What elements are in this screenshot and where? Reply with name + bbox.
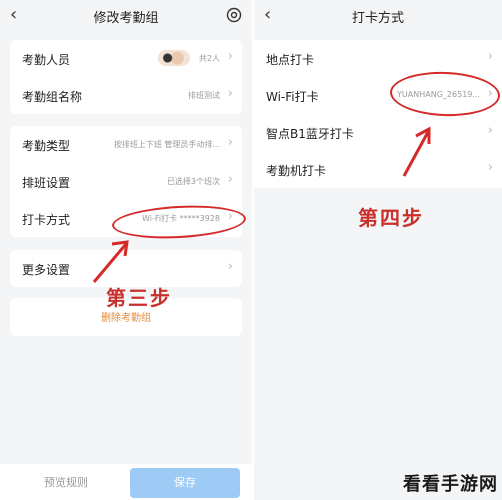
row-label: Wi-Fi打卡 <box>266 90 319 104</box>
chevron-right-icon: › <box>227 259 233 274</box>
chevron-right-icon: › <box>487 160 493 175</box>
row-label: 考勤组名称 <box>22 90 83 104</box>
row-attendance-type[interactable]: 考勤类型 按排班上下班 管理员手动排... › <box>10 126 242 163</box>
row-label: 更多设置 <box>22 263 71 277</box>
step4-label: 第四步 <box>358 206 424 230</box>
row-label: 打卡方式 <box>22 213 71 227</box>
page-title: 修改考勤组 <box>93 11 159 26</box>
row-value: 已选择3个班次 <box>166 177 220 186</box>
delete-group-button[interactable]: 删除考勤组 <box>10 309 242 324</box>
row-label: 地点打卡 <box>266 53 315 67</box>
row-value: 排班测试 <box>188 91 220 100</box>
right-header: ‹ 打卡方式 <box>254 0 502 32</box>
chevron-right-icon: › <box>227 172 233 187</box>
page-title: 打卡方式 <box>351 11 404 26</box>
row-label: 考勤机打卡 <box>266 164 327 178</box>
chevron-right-icon: › <box>227 135 233 150</box>
left-header: ‹ 修改考勤组 <box>0 0 252 32</box>
row-machine-clock-in[interactable]: 考勤机打卡 › <box>254 151 502 188</box>
step3-label: 第三步 <box>106 286 172 310</box>
row-location-clock-in[interactable]: 地点打卡 › <box>254 40 502 77</box>
chevron-right-icon: › <box>227 49 233 64</box>
members-card: 考勤人员 共2人 › 考勤组名称 排班测试 › <box>10 40 242 114</box>
row-attendance-members[interactable]: 考勤人员 共2人 › <box>10 40 242 77</box>
row-label: 排班设置 <box>22 176 71 190</box>
settings-icon[interactable] <box>226 7 242 23</box>
avatar <box>158 50 190 66</box>
row-label: 智点B1蓝牙打卡 <box>266 127 354 141</box>
row-group-name[interactable]: 考勤组名称 排班测试 › <box>10 77 242 114</box>
row-bluetooth-clock-in[interactable]: 智点B1蓝牙打卡 › <box>254 114 502 151</box>
row-value: 共2人 <box>198 54 220 63</box>
step3-arrow-icon <box>92 240 129 283</box>
row-shift-settings[interactable]: 排班设置 已选择3个班次 › <box>10 163 242 200</box>
chevron-right-icon: › <box>487 123 493 138</box>
preview-rules-button[interactable]: 预览规则 <box>28 470 104 496</box>
row-value: 按排班上下班 管理员手动排... <box>113 140 220 149</box>
row-label: 考勤人员 <box>22 53 71 67</box>
step4-arrow-icon <box>402 126 431 177</box>
bottom-bar: 预览规则 保存 <box>0 464 252 500</box>
save-button[interactable]: 保存 <box>130 468 240 498</box>
chevron-right-icon: › <box>487 49 493 64</box>
row-label: 考勤类型 <box>22 139 71 153</box>
watermark: 看看手游网 <box>403 474 498 495</box>
chevron-right-icon: › <box>227 86 233 101</box>
